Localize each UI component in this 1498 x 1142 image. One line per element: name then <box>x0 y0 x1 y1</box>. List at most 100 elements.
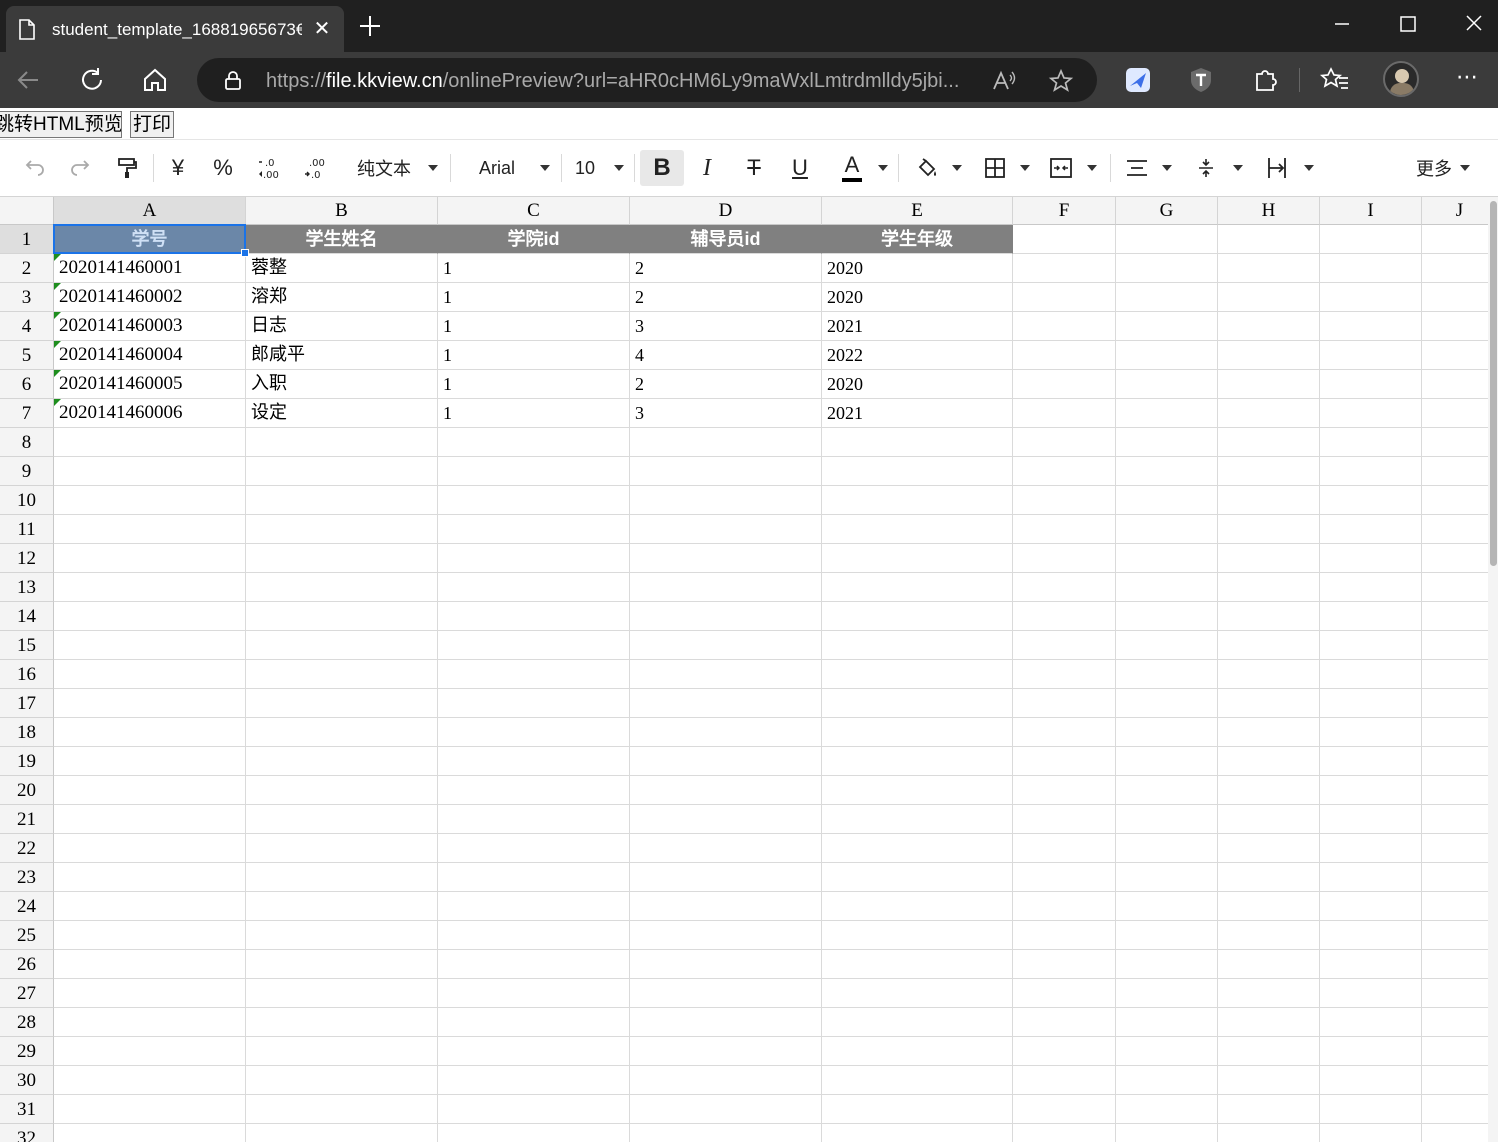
cell-g6[interactable] <box>1116 370 1218 399</box>
cell-b8[interactable] <box>246 428 438 457</box>
cell-b11[interactable] <box>246 515 438 544</box>
cell-d24[interactable] <box>630 892 822 921</box>
number-format-select[interactable]: 纯文本 <box>352 150 416 186</box>
maximize-icon[interactable] <box>1390 8 1426 40</box>
reload-icon[interactable] <box>76 64 108 96</box>
cell-b28[interactable] <box>246 1008 438 1037</box>
cell-h29[interactable] <box>1218 1037 1320 1066</box>
cell-f31[interactable] <box>1013 1095 1116 1124</box>
cell-c11[interactable] <box>438 515 630 544</box>
cell-f22[interactable] <box>1013 834 1116 863</box>
cell-a30[interactable] <box>54 1066 246 1095</box>
chevron-down-icon[interactable] <box>948 150 966 186</box>
row-header-31[interactable]: 31 <box>0 1095 54 1124</box>
cell-d10[interactable] <box>630 486 822 515</box>
cell-i17[interactable] <box>1320 689 1422 718</box>
chevron-down-icon[interactable] <box>610 150 628 186</box>
spreadsheet-grid[interactable]: A B C D E F G H I J 1 学号 学生姓名 学院id 辅导员id 学生年级 2 202014146… <box>0 197 1498 1142</box>
cell-d3[interactable]: 2 <box>630 283 822 312</box>
row-header-19[interactable]: 19 <box>0 747 54 776</box>
cell-h19[interactable] <box>1218 747 1320 776</box>
cell-d32[interactable] <box>630 1124 822 1142</box>
print-button[interactable]: 打印 <box>130 111 174 138</box>
cell-e1[interactable]: 学生年级 <box>822 225 1013 254</box>
cell-j16[interactable] <box>1422 660 1498 689</box>
cell-j19[interactable] <box>1422 747 1498 776</box>
font-color-button[interactable]: A <box>835 150 869 186</box>
cell-h10[interactable] <box>1218 486 1320 515</box>
cell-f12[interactable] <box>1013 544 1116 573</box>
cell-i26[interactable] <box>1320 950 1422 979</box>
cell-c13[interactable] <box>438 573 630 602</box>
cell-d9[interactable] <box>630 457 822 486</box>
cell-a26[interactable] <box>54 950 246 979</box>
row-header-2[interactable]: 2 <box>0 254 54 283</box>
row-header-13[interactable]: 13 <box>0 573 54 602</box>
html-preview-button[interactable]: 跳转HTML预览 <box>0 111 122 138</box>
cell-a23[interactable] <box>54 863 246 892</box>
cell-a8[interactable] <box>54 428 246 457</box>
cell-g25[interactable] <box>1116 921 1218 950</box>
cell-h6[interactable] <box>1218 370 1320 399</box>
cell-b22[interactable] <box>246 834 438 863</box>
cell-a31[interactable] <box>54 1095 246 1124</box>
cell-e13[interactable] <box>822 573 1013 602</box>
cell-h1[interactable] <box>1218 225 1320 254</box>
cell-d8[interactable] <box>630 428 822 457</box>
cell-g8[interactable] <box>1116 428 1218 457</box>
cell-g22[interactable] <box>1116 834 1218 863</box>
cell-g5[interactable] <box>1116 341 1218 370</box>
cell-e19[interactable] <box>822 747 1013 776</box>
cell-i18[interactable] <box>1320 718 1422 747</box>
column-header-a[interactable]: A <box>54 197 246 225</box>
cell-c31[interactable] <box>438 1095 630 1124</box>
cell-i22[interactable] <box>1320 834 1422 863</box>
cell-f6[interactable] <box>1013 370 1116 399</box>
cell-a5[interactable]: 2020141460004 <box>54 341 246 370</box>
cell-f23[interactable] <box>1013 863 1116 892</box>
row-header-1[interactable]: 1 <box>0 225 54 254</box>
extension-bird-icon[interactable] <box>1122 64 1154 96</box>
window-close-icon[interactable] <box>1456 8 1492 40</box>
cell-f20[interactable] <box>1013 776 1116 805</box>
cell-i9[interactable] <box>1320 457 1422 486</box>
cell-a1[interactable]: 学号 <box>54 225 246 254</box>
cell-f28[interactable] <box>1013 1008 1116 1037</box>
cell-i4[interactable] <box>1320 312 1422 341</box>
cell-f27[interactable] <box>1013 979 1116 1008</box>
cell-d14[interactable] <box>630 602 822 631</box>
merge-cells-icon[interactable] <box>1044 150 1078 186</box>
cell-j10[interactable] <box>1422 486 1498 515</box>
cell-f3[interactable] <box>1013 283 1116 312</box>
cell-g7[interactable] <box>1116 399 1218 428</box>
cell-j6[interactable] <box>1422 370 1498 399</box>
cell-j32[interactable] <box>1422 1124 1498 1142</box>
cell-f1[interactable] <box>1013 225 1116 254</box>
cell-j23[interactable] <box>1422 863 1498 892</box>
font-size-select[interactable]: 10 <box>568 150 602 186</box>
cell-d22[interactable] <box>630 834 822 863</box>
cell-d13[interactable] <box>630 573 822 602</box>
cell-h7[interactable] <box>1218 399 1320 428</box>
cell-d23[interactable] <box>630 863 822 892</box>
cell-i5[interactable] <box>1320 341 1422 370</box>
cell-j14[interactable] <box>1422 602 1498 631</box>
cell-b17[interactable] <box>246 689 438 718</box>
cell-d30[interactable] <box>630 1066 822 1095</box>
row-header-21[interactable]: 21 <box>0 805 54 834</box>
cell-d26[interactable] <box>630 950 822 979</box>
cell-d7[interactable]: 3 <box>630 399 822 428</box>
cell-i19[interactable] <box>1320 747 1422 776</box>
column-header-h[interactable]: H <box>1218 197 1320 225</box>
row-header-3[interactable]: 3 <box>0 283 54 312</box>
underline-button[interactable]: U <box>784 150 816 186</box>
cell-a15[interactable] <box>54 631 246 660</box>
cell-c16[interactable] <box>438 660 630 689</box>
vertical-scrollbar[interactable] <box>1488 197 1498 1142</box>
chevron-down-icon[interactable] <box>1229 150 1247 186</box>
cell-g11[interactable] <box>1116 515 1218 544</box>
row-header-25[interactable]: 25 <box>0 921 54 950</box>
row-header-9[interactable]: 9 <box>0 457 54 486</box>
row-header-32[interactable]: 32 <box>0 1124 54 1142</box>
home-icon[interactable] <box>139 64 171 96</box>
